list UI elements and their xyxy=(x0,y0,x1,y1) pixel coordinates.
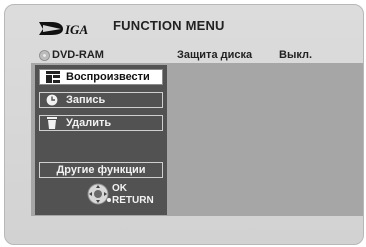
function-menu: Воспроизвести Запись Удалить Другие функ… xyxy=(35,65,167,215)
page-title: FUNCTION MENU xyxy=(113,18,225,33)
menu-item-play[interactable]: Воспроизвести xyxy=(39,69,163,85)
svg-text:IGA: IGA xyxy=(64,22,88,37)
trash-icon xyxy=(47,117,57,129)
drive-label: DVD-RAM xyxy=(52,49,104,61)
protection-value: Выкл. xyxy=(279,49,313,61)
clock-icon xyxy=(46,94,58,106)
other-functions-button[interactable]: Другие функции xyxy=(39,162,163,178)
menu-item-label: Воспроизвести xyxy=(66,71,150,83)
menu-item-record[interactable]: Запись xyxy=(39,92,163,108)
navigation-dial-icon xyxy=(87,183,109,205)
disc-icon xyxy=(39,50,50,61)
menu-item-delete[interactable]: Удалить xyxy=(39,115,163,131)
disc-info-bar: DVD-RAM Защита диска Выкл. xyxy=(35,49,363,63)
menu-item-label: Удалить xyxy=(66,117,112,129)
function-menu-screen: IGA FUNCTION MENU DVD-RAM Защита диска В… xyxy=(4,4,364,245)
return-label: RETURN xyxy=(112,195,154,206)
menu-item-label: Запись xyxy=(66,94,106,106)
play-icon xyxy=(46,71,60,83)
header: IGA FUNCTION MENU xyxy=(5,5,363,49)
ok-label: OK xyxy=(112,183,127,194)
diga-logo: IGA xyxy=(39,22,88,37)
protection-label: Защита диска xyxy=(177,49,253,61)
return-bullet-icon xyxy=(107,198,111,202)
